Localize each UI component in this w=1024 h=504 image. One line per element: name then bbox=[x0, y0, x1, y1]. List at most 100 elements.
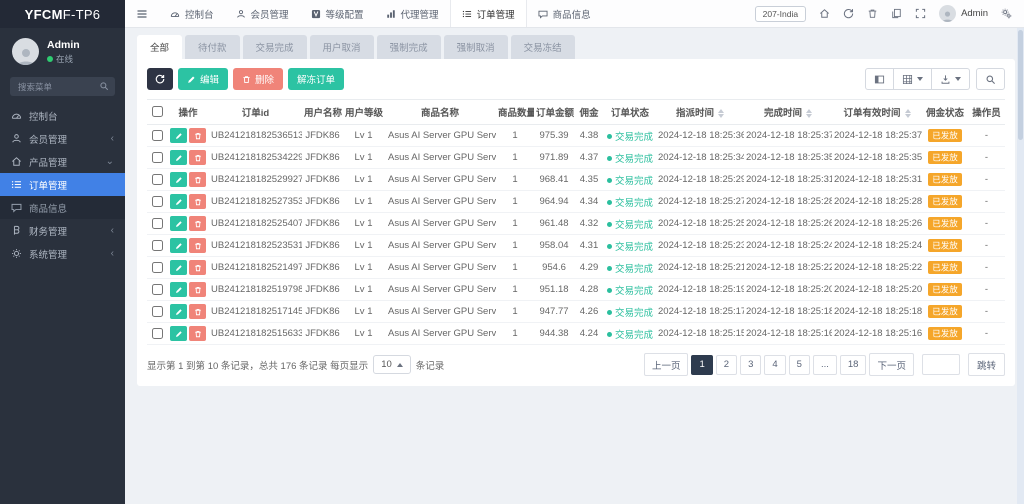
table-footer: 显示第 1 到第 10 条记录，总共 176 条记录 每页显示 10 条记录 上… bbox=[147, 353, 1005, 376]
refresh-button[interactable] bbox=[147, 68, 173, 90]
page-button[interactable]: 18 bbox=[840, 355, 867, 375]
region-selector[interactable]: 207-India bbox=[755, 6, 806, 22]
column-header[interactable]: 指派时间 bbox=[656, 100, 744, 125]
row-edit-button[interactable] bbox=[170, 172, 187, 187]
order-amount: 964.94 bbox=[534, 191, 574, 213]
clear-cache-icon[interactable] bbox=[891, 8, 902, 19]
row-edit-button[interactable] bbox=[170, 216, 187, 231]
sidebar-item-dashboard[interactable]: 控制台 bbox=[0, 104, 125, 127]
page-jump-input[interactable] bbox=[922, 354, 960, 375]
page-button[interactable]: 4 bbox=[764, 355, 785, 375]
column-header[interactable]: 完成时间 bbox=[744, 100, 832, 125]
page-button[interactable]: 2 bbox=[716, 355, 737, 375]
account-menu[interactable]: Admin bbox=[939, 5, 988, 22]
row-edit-button[interactable] bbox=[170, 194, 187, 209]
row-edit-button[interactable] bbox=[170, 282, 187, 297]
status-badge: 已发放 bbox=[928, 283, 962, 296]
home-icon[interactable] bbox=[819, 8, 830, 19]
page-button[interactable]: 1 bbox=[691, 355, 712, 375]
page-jump-button[interactable]: 跳转 bbox=[968, 353, 1005, 376]
search-icon[interactable] bbox=[99, 81, 109, 91]
row-edit-button[interactable] bbox=[170, 260, 187, 275]
settings-gears-icon[interactable] bbox=[1001, 8, 1012, 19]
page-button[interactable]: 3 bbox=[740, 355, 761, 375]
trash-icon[interactable] bbox=[867, 8, 878, 19]
topnav-item-goods-info[interactable]: 商品信息 bbox=[527, 0, 602, 27]
topnav-item-agents[interactable]: 代理管理 bbox=[375, 0, 450, 27]
row-delete-button[interactable] bbox=[189, 260, 206, 275]
user-name: JFDK86 bbox=[302, 147, 343, 169]
topnav-item-dashboard[interactable]: 控制台 bbox=[159, 0, 225, 27]
page-button[interactable]: ... bbox=[813, 355, 837, 375]
tab-force-completed[interactable]: 强制完成 bbox=[377, 35, 441, 59]
row-checkbox[interactable] bbox=[152, 240, 163, 251]
row-edit-button[interactable] bbox=[170, 326, 187, 341]
columns-dropdown-button[interactable] bbox=[894, 68, 932, 90]
row-delete-button[interactable] bbox=[189, 172, 206, 187]
row-delete-button[interactable] bbox=[189, 150, 206, 165]
row-delete-button[interactable] bbox=[189, 238, 206, 253]
sidebar-item-finance[interactable]: 财务管理‹ bbox=[0, 219, 125, 242]
edit-button[interactable]: 编辑 bbox=[178, 68, 228, 90]
row-checkbox[interactable] bbox=[152, 152, 163, 163]
row-delete-button[interactable] bbox=[189, 326, 206, 341]
select-all-header[interactable] bbox=[147, 100, 167, 125]
sidebar-item-members[interactable]: 会员管理‹ bbox=[0, 127, 125, 150]
product-name: Asus AI Server GPU Server ... bbox=[384, 301, 496, 323]
row-checkbox[interactable] bbox=[152, 174, 163, 185]
table-row: UB2412181825171457 JFDK86 Lv 1 Asus AI S… bbox=[147, 301, 1005, 323]
toggle-pagination-button[interactable] bbox=[865, 68, 894, 90]
row-edit-button[interactable] bbox=[170, 238, 187, 253]
order-status: 交易完成 bbox=[604, 279, 656, 301]
scrollbar-thumb[interactable] bbox=[1018, 30, 1023, 140]
refresh-icon[interactable] bbox=[843, 8, 854, 19]
row-checkbox[interactable] bbox=[152, 306, 163, 317]
scrollbar-track[interactable] bbox=[1017, 28, 1024, 504]
select-all-checkbox[interactable] bbox=[152, 106, 163, 117]
row-delete-button[interactable] bbox=[189, 128, 206, 143]
row-checkbox[interactable] bbox=[152, 130, 163, 141]
delete-button[interactable]: 删除 bbox=[233, 68, 283, 90]
search-toggle-button[interactable] bbox=[976, 68, 1005, 90]
column-header: 用户等级 bbox=[343, 100, 384, 125]
topnav-item-members[interactable]: 会员管理 bbox=[225, 0, 300, 27]
column-header[interactable]: 订单有效时间 bbox=[832, 100, 922, 125]
assign-time: 2024-12-18 18:25:25 bbox=[656, 213, 744, 235]
row-delete-button[interactable] bbox=[189, 194, 206, 209]
row-edit-button[interactable] bbox=[170, 150, 187, 165]
page-button[interactable]: 下一页 bbox=[869, 353, 914, 376]
topnav-item-levels[interactable]: 等级配置 bbox=[300, 0, 375, 27]
row-checkbox[interactable] bbox=[152, 328, 163, 339]
row-checkbox[interactable] bbox=[152, 262, 163, 273]
tab-force-cancelled[interactable]: 强制取消 bbox=[444, 35, 508, 59]
sidebar-toggle-icon[interactable] bbox=[125, 0, 159, 27]
tab-all[interactable]: 全部 bbox=[137, 35, 182, 59]
order-status: 交易完成 bbox=[604, 191, 656, 213]
page-button[interactable]: 上一页 bbox=[644, 353, 689, 376]
sidebar-item-orders[interactable]: 订单管理 bbox=[0, 173, 125, 196]
fullscreen-icon[interactable] bbox=[915, 8, 926, 19]
trash-icon bbox=[194, 132, 202, 140]
tab-pending-payment[interactable]: 待付款 bbox=[185, 35, 240, 59]
row-checkbox[interactable] bbox=[152, 284, 163, 295]
row-edit-button[interactable] bbox=[170, 304, 187, 319]
row-checkbox[interactable] bbox=[152, 218, 163, 229]
sidebar-item-products[interactable]: 产品管理⌄ bbox=[0, 150, 125, 173]
tab-completed[interactable]: 交易完成 bbox=[243, 35, 307, 59]
tab-frozen[interactable]: 交易冻结 bbox=[511, 35, 575, 59]
unfreeze-order-button[interactable]: 解冻订单 bbox=[288, 68, 344, 90]
sidebar-item-goods-info[interactable]: 商品信息 bbox=[0, 196, 125, 219]
pencil-icon bbox=[175, 330, 183, 338]
row-edit-button[interactable] bbox=[170, 128, 187, 143]
avatar bbox=[939, 5, 956, 22]
sidebar-item-system[interactable]: 系统管理‹ bbox=[0, 242, 125, 265]
topnav-item-orders[interactable]: 订单管理 bbox=[450, 0, 527, 27]
page-size-select[interactable]: 10 bbox=[373, 355, 411, 374]
row-delete-button[interactable] bbox=[189, 304, 206, 319]
row-delete-button[interactable] bbox=[189, 216, 206, 231]
tab-user-cancelled[interactable]: 用户取消 bbox=[310, 35, 374, 59]
row-delete-button[interactable] bbox=[189, 282, 206, 297]
export-dropdown-button[interactable] bbox=[932, 68, 970, 90]
row-checkbox[interactable] bbox=[152, 196, 163, 207]
page-button[interactable]: 5 bbox=[789, 355, 810, 375]
